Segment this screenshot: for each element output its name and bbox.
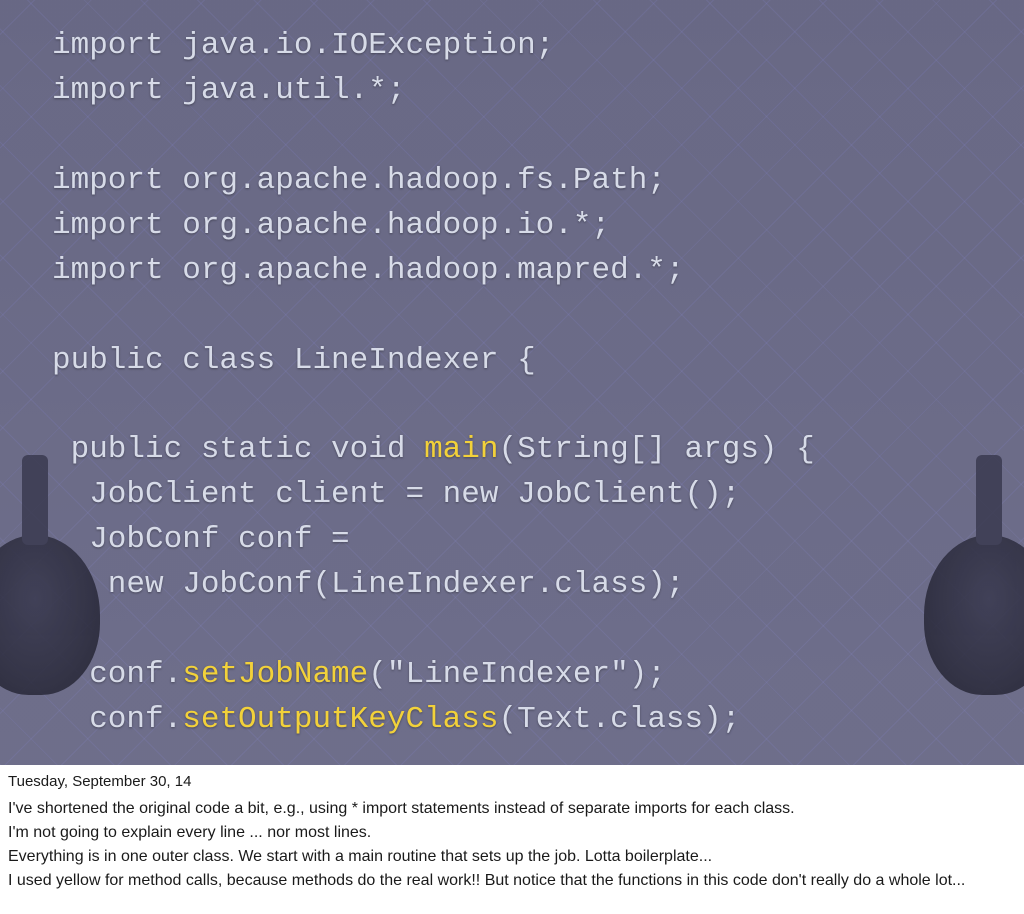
code-text: (Text.class); <box>499 702 741 737</box>
code-line: public static void main(String[] args) { <box>52 432 815 467</box>
notes-line: I'm not going to explain every line ... … <box>8 821 1016 844</box>
speaker-notes: Tuesday, September 30, 14 I've shortened… <box>0 765 1024 914</box>
method-highlight: main <box>424 432 498 467</box>
notes-line: I used yellow for method calls, because … <box>8 869 1016 892</box>
code-line: import java.util.*; <box>52 73 405 108</box>
code-line: import org.apache.hadoop.fs.Path; <box>52 163 666 198</box>
code-line: JobConf conf = <box>52 522 368 557</box>
notes-line: I've shortened the original code a bit, … <box>8 797 1016 820</box>
notes-date: Tuesday, September 30, 14 <box>8 771 1016 793</box>
code-text: conf. <box>52 657 182 692</box>
method-highlight: setOutputKeyClass <box>182 702 498 737</box>
code-line: import org.apache.hadoop.io.*; <box>52 208 610 243</box>
code-text: conf. <box>52 702 182 737</box>
code-text: (String[] args) { <box>498 432 814 467</box>
code-text: ("LineIndexer"); <box>368 657 666 692</box>
slide-area: import java.io.IOException; import java.… <box>0 0 1024 765</box>
code-text: public static void <box>52 432 424 467</box>
code-line: new JobConf(LineIndexer.class); <box>52 567 685 602</box>
code-line: conf.setOutputKeyClass(Text.class); <box>52 702 740 737</box>
code-line: public class LineIndexer { <box>52 343 536 378</box>
code-line: conf.setJobName("LineIndexer"); <box>52 657 666 692</box>
code-line: JobClient client = new JobClient(); <box>52 477 740 512</box>
method-highlight: setJobName <box>182 657 368 692</box>
code-line: import java.io.IOException; <box>52 28 554 63</box>
code-block: import java.io.IOException; import java.… <box>52 24 994 743</box>
code-line: import org.apache.hadoop.mapred.*; <box>52 253 685 288</box>
notes-line: Everything is in one outer class. We sta… <box>8 845 1016 868</box>
